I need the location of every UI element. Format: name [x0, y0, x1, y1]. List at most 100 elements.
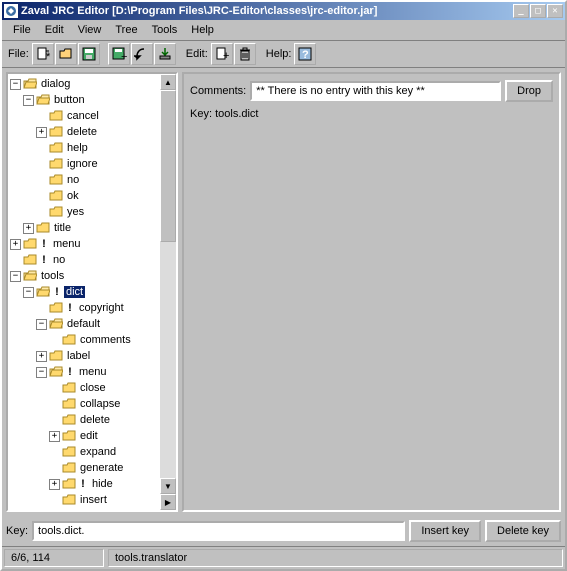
tree-row-dict[interactable]: −!dict: [10, 284, 160, 300]
minus-icon[interactable]: −: [23, 287, 34, 298]
scroll-thumb[interactable]: [160, 90, 176, 242]
plus-icon[interactable]: +: [49, 431, 60, 442]
node-label: default: [65, 318, 102, 330]
node-label: cancel: [65, 110, 101, 122]
toolbar: File: * + Edit: + Help: ?: [2, 41, 565, 68]
minus-icon[interactable]: −: [10, 271, 21, 282]
tree-row-help[interactable]: help: [10, 140, 160, 156]
tree-row-label[interactable]: +label: [10, 348, 160, 364]
menu-help[interactable]: Help: [184, 22, 221, 38]
minus-icon[interactable]: −: [36, 319, 47, 330]
tree-row-menu[interactable]: +!menu: [10, 236, 160, 252]
delete-key-button[interactable]: Delete key: [485, 520, 561, 542]
svg-text:?: ?: [302, 49, 309, 61]
open-file-icon[interactable]: [55, 43, 77, 65]
tree-row-expand[interactable]: expand: [10, 444, 160, 460]
key-input[interactable]: [32, 521, 405, 541]
new-key-icon[interactable]: +: [211, 43, 233, 65]
scroll-up-icon[interactable]: ▲: [160, 74, 176, 90]
status-left: 6/6, 114: [4, 549, 104, 567]
comments-label: Comments:: [190, 85, 246, 97]
tree-row-close[interactable]: close: [10, 380, 160, 396]
undo-icon[interactable]: [131, 43, 153, 65]
tree-row-delete2[interactable]: delete: [10, 412, 160, 428]
tree-scrollbar[interactable]: ▲ ▼: [160, 74, 176, 494]
node-label: yes: [65, 206, 86, 218]
plus-icon[interactable]: +: [36, 127, 47, 138]
tree-row-comments[interactable]: comments: [10, 332, 160, 348]
tree-row-generate[interactable]: generate: [10, 460, 160, 476]
folder-closed-icon: [62, 494, 76, 506]
folder-closed-icon: [49, 190, 63, 202]
tree-row-delete[interactable]: +delete: [10, 124, 160, 140]
plus-icon[interactable]: +: [49, 479, 60, 490]
tree-row-no[interactable]: no: [10, 172, 160, 188]
import-icon[interactable]: [154, 43, 176, 65]
new-file-icon[interactable]: *: [32, 43, 54, 65]
folder-closed-icon: [49, 350, 63, 362]
node-label: copyright: [77, 302, 126, 314]
minus-icon[interactable]: −: [36, 367, 47, 378]
tree-row-default[interactable]: − default: [10, 316, 160, 332]
tree-row-insert[interactable]: insert: [10, 492, 160, 508]
scroll-down-icon[interactable]: ▼: [160, 478, 176, 494]
folder-closed-icon: [62, 446, 76, 458]
node-label: generate: [78, 462, 125, 474]
minus-icon[interactable]: −: [10, 79, 21, 90]
insert-key-button[interactable]: Insert key: [409, 520, 481, 542]
plus-icon[interactable]: +: [36, 351, 47, 362]
close-button[interactable]: ✕: [547, 4, 563, 18]
menu-tree[interactable]: Tree: [108, 22, 144, 38]
maximize-button[interactable]: □: [530, 4, 546, 18]
scroll-right-icon[interactable]: ▶: [160, 494, 176, 510]
tree-row-no2[interactable]: !no: [10, 252, 160, 268]
drop-button[interactable]: Drop: [505, 80, 553, 102]
delete-key-icon[interactable]: [234, 43, 256, 65]
folder-closed-icon: [62, 334, 76, 346]
key-display-label: Key:: [190, 108, 215, 120]
tree-row-menu2[interactable]: −!menu: [10, 364, 160, 380]
minus-icon[interactable]: −: [23, 95, 34, 106]
save-file-icon[interactable]: [78, 43, 100, 65]
warning-icon: !: [65, 302, 75, 314]
folder-closed-icon: [23, 238, 37, 250]
save-as-icon[interactable]: +: [108, 43, 130, 65]
help-icon[interactable]: ?: [294, 43, 316, 65]
menu-view[interactable]: View: [71, 22, 109, 38]
tree-row-dialog[interactable]: −dialog: [10, 76, 160, 92]
node-label: menu: [51, 238, 83, 250]
tree-scroll[interactable]: −dialog −button cancel +delete help igno…: [8, 74, 160, 510]
tree-row-edit[interactable]: +edit: [10, 428, 160, 444]
tree-row-yes[interactable]: yes: [10, 204, 160, 220]
toolbar-edit-label: Edit:: [186, 48, 208, 60]
content-area: −dialog −button cancel +delete help igno…: [2, 68, 565, 516]
tree-row-cancel[interactable]: cancel: [10, 108, 160, 124]
tree-row-copyright[interactable]: !copyright: [10, 300, 160, 316]
folder-open-icon: [23, 78, 37, 90]
menu-edit[interactable]: Edit: [38, 22, 71, 38]
folder-closed-icon: [62, 462, 76, 474]
node-label: collapse: [78, 398, 122, 410]
tree-row-ok[interactable]: ok: [10, 188, 160, 204]
comments-field[interactable]: ** There is no entry with this key **: [250, 81, 501, 101]
node-label: button: [52, 94, 87, 106]
tree-row-hide[interactable]: +!hide: [10, 476, 160, 492]
folder-closed-icon: [62, 414, 76, 426]
node-label: ok: [65, 190, 81, 202]
tree-row-button[interactable]: − button: [10, 92, 160, 108]
plus-icon[interactable]: +: [10, 239, 21, 250]
titlebar: Zaval JRC Editor [D:\Program Files\JRC-E…: [2, 2, 565, 20]
menu-tools[interactable]: Tools: [145, 22, 185, 38]
plus-icon[interactable]: +: [23, 223, 34, 234]
tree-row-ignore[interactable]: ignore: [10, 156, 160, 172]
menu-file[interactable]: File: [6, 22, 38, 38]
key-bar: Key: Insert key Delete key: [2, 516, 565, 546]
status-right: tools.translator: [108, 549, 563, 567]
details-panel: Comments: ** There is no entry with this…: [182, 72, 561, 512]
tree-row-title[interactable]: +title: [10, 220, 160, 236]
tree-row-collapse[interactable]: collapse: [10, 396, 160, 412]
tree-row-tools[interactable]: − tools: [10, 268, 160, 284]
minimize-button[interactable]: _: [513, 4, 529, 18]
node-label: tools: [39, 270, 66, 282]
node-label-selected: dict: [64, 286, 85, 298]
